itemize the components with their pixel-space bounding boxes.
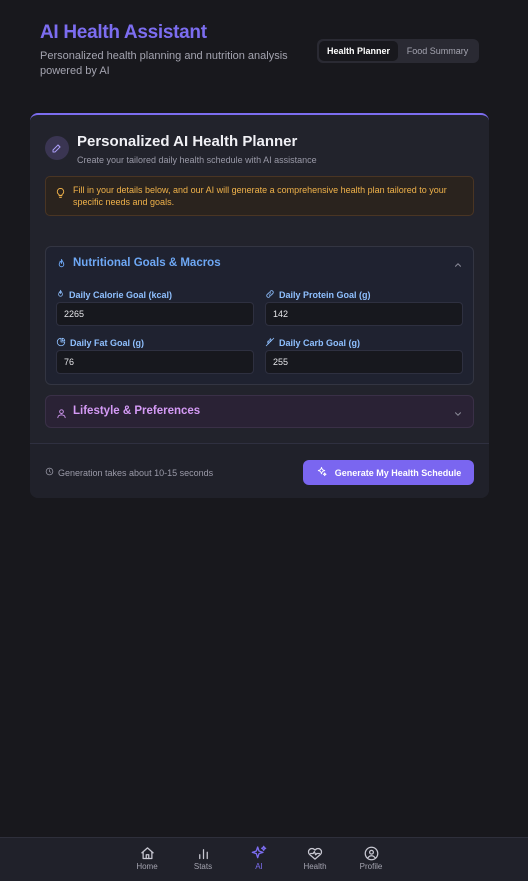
tab-food-summary[interactable]: Food Summary: [398, 41, 477, 61]
carb-goal-label-text: Daily Carb Goal (g): [279, 338, 361, 348]
nav-profile-label: Profile: [359, 862, 383, 871]
flame-icon: [56, 257, 67, 275]
header: AI Health Assistant Personalized health …: [40, 22, 310, 79]
health-planner-card: Personalized AI Health Planner Create yo…: [30, 113, 489, 498]
fat-goal-input[interactable]: [56, 350, 254, 374]
bottom-nav: Home Stats AI Health Profile: [0, 837, 528, 881]
nav-stats-label: Stats: [193, 862, 213, 871]
carb-goal-input[interactable]: [265, 350, 463, 374]
notice-text: Fill in your details below, and our AI w…: [73, 185, 447, 207]
chevron-up-icon[interactable]: [453, 257, 463, 275]
nav-ai[interactable]: AI: [239, 844, 279, 871]
pie-icon: [56, 337, 66, 349]
protein-goal-input[interactable]: [265, 302, 463, 326]
home-icon: [127, 844, 167, 862]
planner-description: Create your tailored daily health schedu…: [77, 155, 317, 165]
nutrition-section: Nutritional Goals & Macros Daily Calorie…: [45, 246, 474, 385]
protein-goal-label-text: Daily Protein Goal (g): [279, 290, 371, 300]
nav-health[interactable]: Health: [295, 844, 335, 871]
calorie-goal-label-text: Daily Calorie Goal (kcal): [69, 290, 173, 300]
sparkles-icon: [316, 466, 327, 479]
link-icon: [265, 289, 275, 301]
flame-icon: [56, 289, 65, 301]
pencil-icon: [45, 136, 69, 160]
user-circle-icon: [351, 844, 391, 862]
nav-home-label: Home: [136, 862, 158, 871]
planner-footer: Generation takes about 10-15 seconds Gen…: [30, 443, 489, 498]
nav-stats[interactable]: Stats: [183, 844, 223, 871]
app-subtitle: Personalized health planning and nutriti…: [40, 50, 288, 77]
user-icon: [56, 406, 67, 424]
bar-chart-icon: [183, 844, 223, 862]
nav-home[interactable]: Home: [127, 844, 167, 871]
fat-goal-label: Daily Fat Goal (g): [56, 337, 144, 349]
app-title: AI Health Assistant: [40, 22, 207, 43]
lightbulb-icon: [55, 186, 66, 204]
calorie-goal-input[interactable]: [56, 302, 254, 326]
info-notice: Fill in your details below, and our AI w…: [45, 176, 474, 216]
tab-health-planner[interactable]: Health Planner: [319, 41, 398, 61]
lifestyle-section-title[interactable]: Lifestyle & Preferences: [73, 405, 200, 417]
wheat-icon: [265, 337, 275, 349]
planner-title: Personalized AI Health Planner: [77, 133, 298, 150]
generate-schedule-label: Generate My Health Schedule: [334, 467, 462, 478]
chevron-down-icon[interactable]: [453, 406, 463, 424]
clock-icon: [45, 467, 54, 478]
calorie-goal-label: Daily Calorie Goal (kcal): [56, 289, 172, 301]
nav-profile[interactable]: Profile: [351, 844, 391, 871]
nutrition-section-title[interactable]: Nutritional Goals & Macros: [73, 257, 221, 269]
heart-pulse-icon: [295, 844, 335, 862]
view-tabs: Health Planner Food Summary: [317, 39, 479, 63]
generation-time-note: Generation takes about 10-15 seconds: [45, 467, 213, 478]
fat-goal-label-text: Daily Fat Goal (g): [70, 338, 145, 348]
generate-schedule-button[interactable]: Generate My Health Schedule: [303, 460, 474, 485]
carb-goal-label: Daily Carb Goal (g): [265, 337, 360, 349]
nav-health-label: Health: [303, 862, 327, 871]
nav-ai-label: AI: [255, 862, 263, 871]
sparkles-icon: [239, 844, 279, 862]
lifestyle-section[interactable]: Lifestyle & Preferences: [45, 395, 474, 428]
protein-goal-label: Daily Protein Goal (g): [265, 289, 371, 301]
generation-time-text: Generation takes about 10-15 seconds: [58, 467, 214, 478]
